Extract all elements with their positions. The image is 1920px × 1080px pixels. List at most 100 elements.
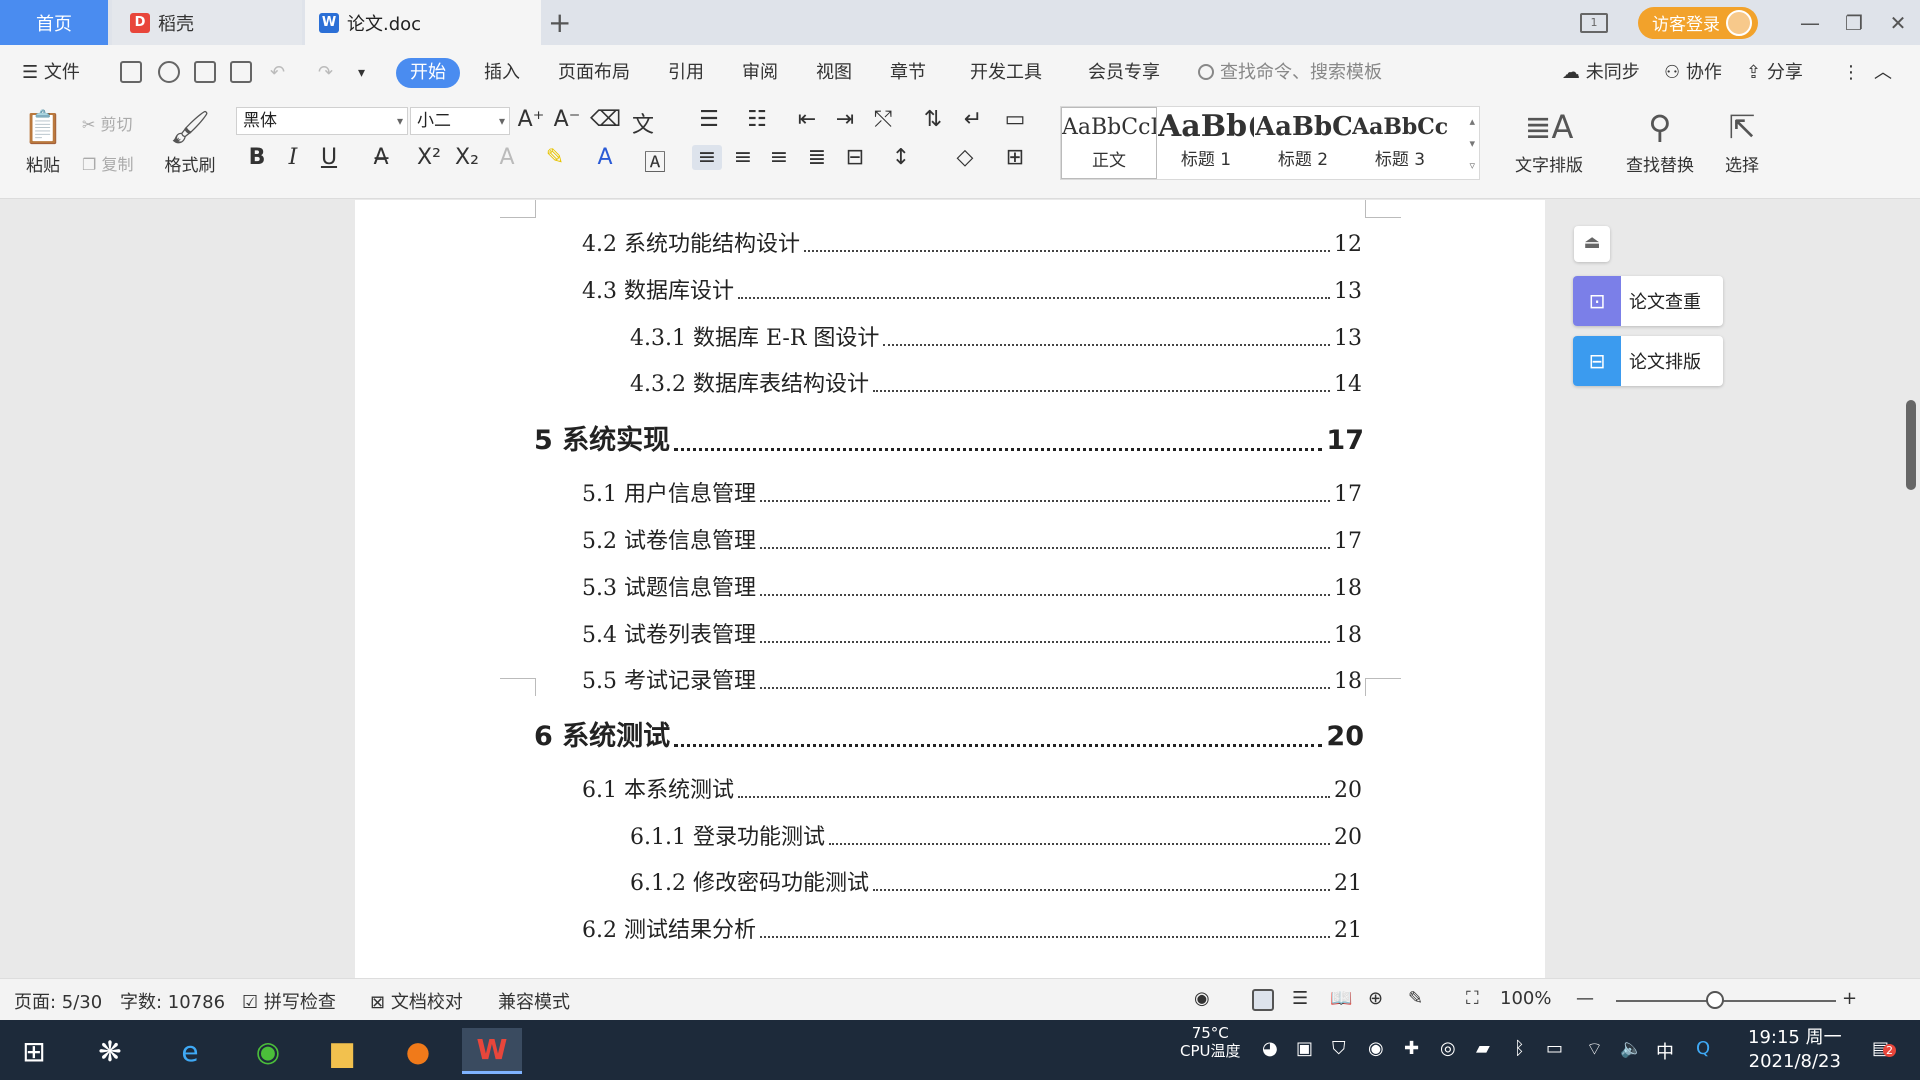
bluetooth-icon[interactable]: ᛒ bbox=[1514, 1038, 1525, 1059]
system-clock[interactable]: 19:15 周一 2021/8/23 bbox=[1748, 1026, 1842, 1074]
wps-app-icon[interactable]: W bbox=[462, 1028, 522, 1074]
decrease-indent-icon[interactable]: ⇤ bbox=[792, 107, 822, 132]
text-effect-icon[interactable]: A bbox=[492, 145, 522, 170]
justify-icon[interactable]: ≣ bbox=[802, 145, 832, 170]
align-right-icon[interactable]: ≡ bbox=[764, 145, 794, 170]
bullet-list-icon[interactable]: ☰ bbox=[694, 107, 724, 132]
page-indicator[interactable]: 页面: 5/30 bbox=[14, 988, 102, 1014]
zoom-in-button[interactable]: + bbox=[1842, 988, 1857, 1009]
toc-entry[interactable]: 4.3.2 数据库表结构设计 14 bbox=[630, 366, 1362, 398]
paste-button[interactable]: 📋 粘贴 bbox=[16, 109, 70, 176]
align-center-icon[interactable]: ≡ bbox=[728, 145, 758, 170]
phonetic-icon[interactable]: 文 bbox=[628, 107, 658, 139]
share-button[interactable]: ⇪ 分享 bbox=[1746, 58, 1803, 88]
format-painter-button[interactable]: 🖌 格式刷 bbox=[160, 109, 220, 176]
select-button[interactable]: ⇱ 选择 bbox=[1710, 109, 1774, 176]
eye-protect-icon[interactable]: ◉ bbox=[1194, 988, 1210, 1009]
minimize-button[interactable]: — bbox=[1788, 11, 1832, 35]
shrink-font-icon[interactable]: A⁻ bbox=[552, 107, 582, 132]
tab-start[interactable]: 开始 bbox=[396, 58, 460, 88]
numbered-list-icon[interactable]: ☷ bbox=[742, 107, 772, 132]
style-heading-1[interactable]: AaBb( 标题 1 bbox=[1158, 107, 1254, 179]
increase-indent-icon[interactable]: ⇥ bbox=[830, 107, 860, 132]
tray-app-icon[interactable]: ◎ bbox=[1440, 1038, 1456, 1059]
security-shield-icon[interactable]: ⛉ bbox=[1332, 1038, 1346, 1059]
paper-check-button[interactable]: ⊡ 论文查重 bbox=[1573, 276, 1723, 326]
command-search[interactable]: 查找命令、搜索模板 bbox=[1198, 58, 1382, 88]
close-button[interactable]: ✕ bbox=[1876, 11, 1920, 35]
tray-app-icon[interactable]: ◕ bbox=[1262, 1038, 1278, 1059]
toc-entry[interactable]: 6.1.2 修改密码功能测试 21 bbox=[630, 865, 1362, 897]
ie-browser-icon[interactable]: e bbox=[160, 1028, 220, 1074]
underline-button[interactable]: U bbox=[314, 145, 344, 170]
document-page[interactable]: 4.2 系统功能结构设计 12 4.3 数据库设计 13 4.3.1 数据库 E-R… bbox=[355, 200, 1545, 978]
save-icon[interactable] bbox=[120, 61, 142, 83]
toc-entry[interactable]: 6.1.1 登录功能测试 20 bbox=[630, 819, 1362, 851]
reading-view-icon[interactable]: 📖 bbox=[1330, 988, 1352, 1009]
windows-start-icon[interactable]: ⊞ bbox=[4, 1028, 64, 1074]
find-replace-button[interactable]: ⚲ 查找替换 bbox=[1610, 109, 1710, 176]
tab-daoke[interactable]: D 稻壳 bbox=[112, 0, 302, 45]
notification-center-icon[interactable]: ▤2 bbox=[1872, 1038, 1897, 1059]
highlight-icon[interactable]: ✎ bbox=[540, 145, 570, 170]
more-icon[interactable]: ⋮ bbox=[1842, 58, 1860, 88]
app-launcher-icon[interactable]: ❋ bbox=[80, 1028, 140, 1074]
font-size-select[interactable]: 小二 bbox=[410, 107, 510, 135]
pen-icon[interactable]: ✎ bbox=[1408, 988, 1423, 1009]
tab-insert[interactable]: 插入 bbox=[484, 58, 520, 88]
font-name-select[interactable]: 黑体 bbox=[236, 107, 408, 135]
tab-references[interactable]: 引用 bbox=[668, 58, 704, 88]
word-count[interactable]: 字数: 10786 bbox=[120, 988, 225, 1014]
bold-button[interactable]: B bbox=[242, 145, 272, 170]
zoom-level-select[interactable]: 100% bbox=[1500, 988, 1551, 1009]
copy-button[interactable]: ❐ 复制 bbox=[82, 151, 133, 175]
outline-view-icon[interactable]: ☰ bbox=[1292, 988, 1308, 1009]
zoom-slider[interactable] bbox=[1616, 1000, 1836, 1002]
clear-format-icon[interactable]: ⌫ bbox=[590, 107, 621, 132]
line-spacing-icon[interactable]: ↕ bbox=[886, 145, 916, 170]
restore-button[interactable]: ❐ bbox=[1832, 11, 1876, 35]
tab-chapter[interactable]: 章节 bbox=[890, 58, 926, 88]
undo-icon[interactable]: ↶ bbox=[270, 58, 285, 88]
superscript-icon[interactable]: X² bbox=[414, 145, 444, 170]
nvidia-icon[interactable]: ▰ bbox=[1476, 1038, 1490, 1059]
toc-entry[interactable]: 4.3 数据库设计 13 bbox=[582, 273, 1362, 305]
distribute-icon[interactable]: ⊟ bbox=[840, 145, 870, 170]
float-panel-collapse-button[interactable]: ⏏ bbox=[1574, 226, 1610, 262]
window-layout-icon[interactable]: 1 bbox=[1580, 12, 1608, 33]
styles-scroll[interactable]: ▴ ▾ ▿ bbox=[1469, 111, 1475, 177]
text-layout-button[interactable]: ≣A 文字排版 bbox=[1494, 109, 1604, 176]
sort-icon[interactable]: ⇅ bbox=[918, 107, 948, 132]
toc-entry[interactable]: 6 系统测试 20 bbox=[534, 714, 1364, 753]
borders-icon[interactable]: ⊞ bbox=[1000, 145, 1030, 170]
proofread-button[interactable]: ⊠ 文档校对 bbox=[370, 988, 463, 1014]
sync-button[interactable]: ☁ 未同步 bbox=[1562, 58, 1640, 88]
toc-entry[interactable]: 5.2 试卷信息管理 17 bbox=[582, 523, 1362, 555]
tab-developer[interactable]: 开发工具 bbox=[970, 58, 1042, 88]
wifi-icon[interactable]: ⌔ bbox=[1586, 1038, 1603, 1061]
zoom-slider-handle[interactable] bbox=[1706, 991, 1724, 1009]
strikethrough-icon[interactable]: A̶ bbox=[366, 145, 396, 170]
360-browser-icon[interactable]: ◉ bbox=[238, 1028, 298, 1074]
paper-layout-button[interactable]: ⊟ 论文排版 bbox=[1573, 336, 1723, 386]
cpu-temp-widget[interactable]: 75°C CPU温度 bbox=[1180, 1024, 1241, 1060]
redo-icon[interactable]: ↷ bbox=[318, 58, 333, 88]
print-icon[interactable] bbox=[194, 61, 216, 83]
style-heading-2[interactable]: AaBbC 标题 2 bbox=[1255, 107, 1351, 179]
tab-review[interactable]: 审阅 bbox=[742, 58, 778, 88]
spell-check-button[interactable]: ☑ 拼写检查 bbox=[242, 988, 336, 1014]
page-view-icon[interactable] bbox=[1252, 989, 1274, 1011]
tab-page-layout[interactable]: 页面布局 bbox=[558, 58, 630, 88]
collab-button[interactable]: ⚇ 协作 bbox=[1664, 58, 1722, 88]
qq-icon[interactable]: Q bbox=[1696, 1038, 1710, 1059]
zoom-out-button[interactable]: — bbox=[1576, 988, 1594, 1009]
italic-button[interactable]: I bbox=[278, 145, 308, 170]
char-border-icon[interactable]: 🄰 bbox=[640, 145, 670, 177]
collapse-ribbon-icon[interactable]: ︿ bbox=[1874, 58, 1892, 88]
login-button[interactable]: 访客登录 bbox=[1638, 6, 1758, 39]
toc-entry[interactable]: 5.3 试题信息管理 18 bbox=[582, 570, 1362, 602]
new-tab-button[interactable]: + bbox=[548, 6, 571, 39]
style-normal[interactable]: AaBbCcI 正文 bbox=[1061, 107, 1157, 179]
tray-app-icon[interactable]: ◉ bbox=[1368, 1038, 1384, 1059]
show-marks-icon[interactable]: ↵ bbox=[958, 107, 988, 132]
